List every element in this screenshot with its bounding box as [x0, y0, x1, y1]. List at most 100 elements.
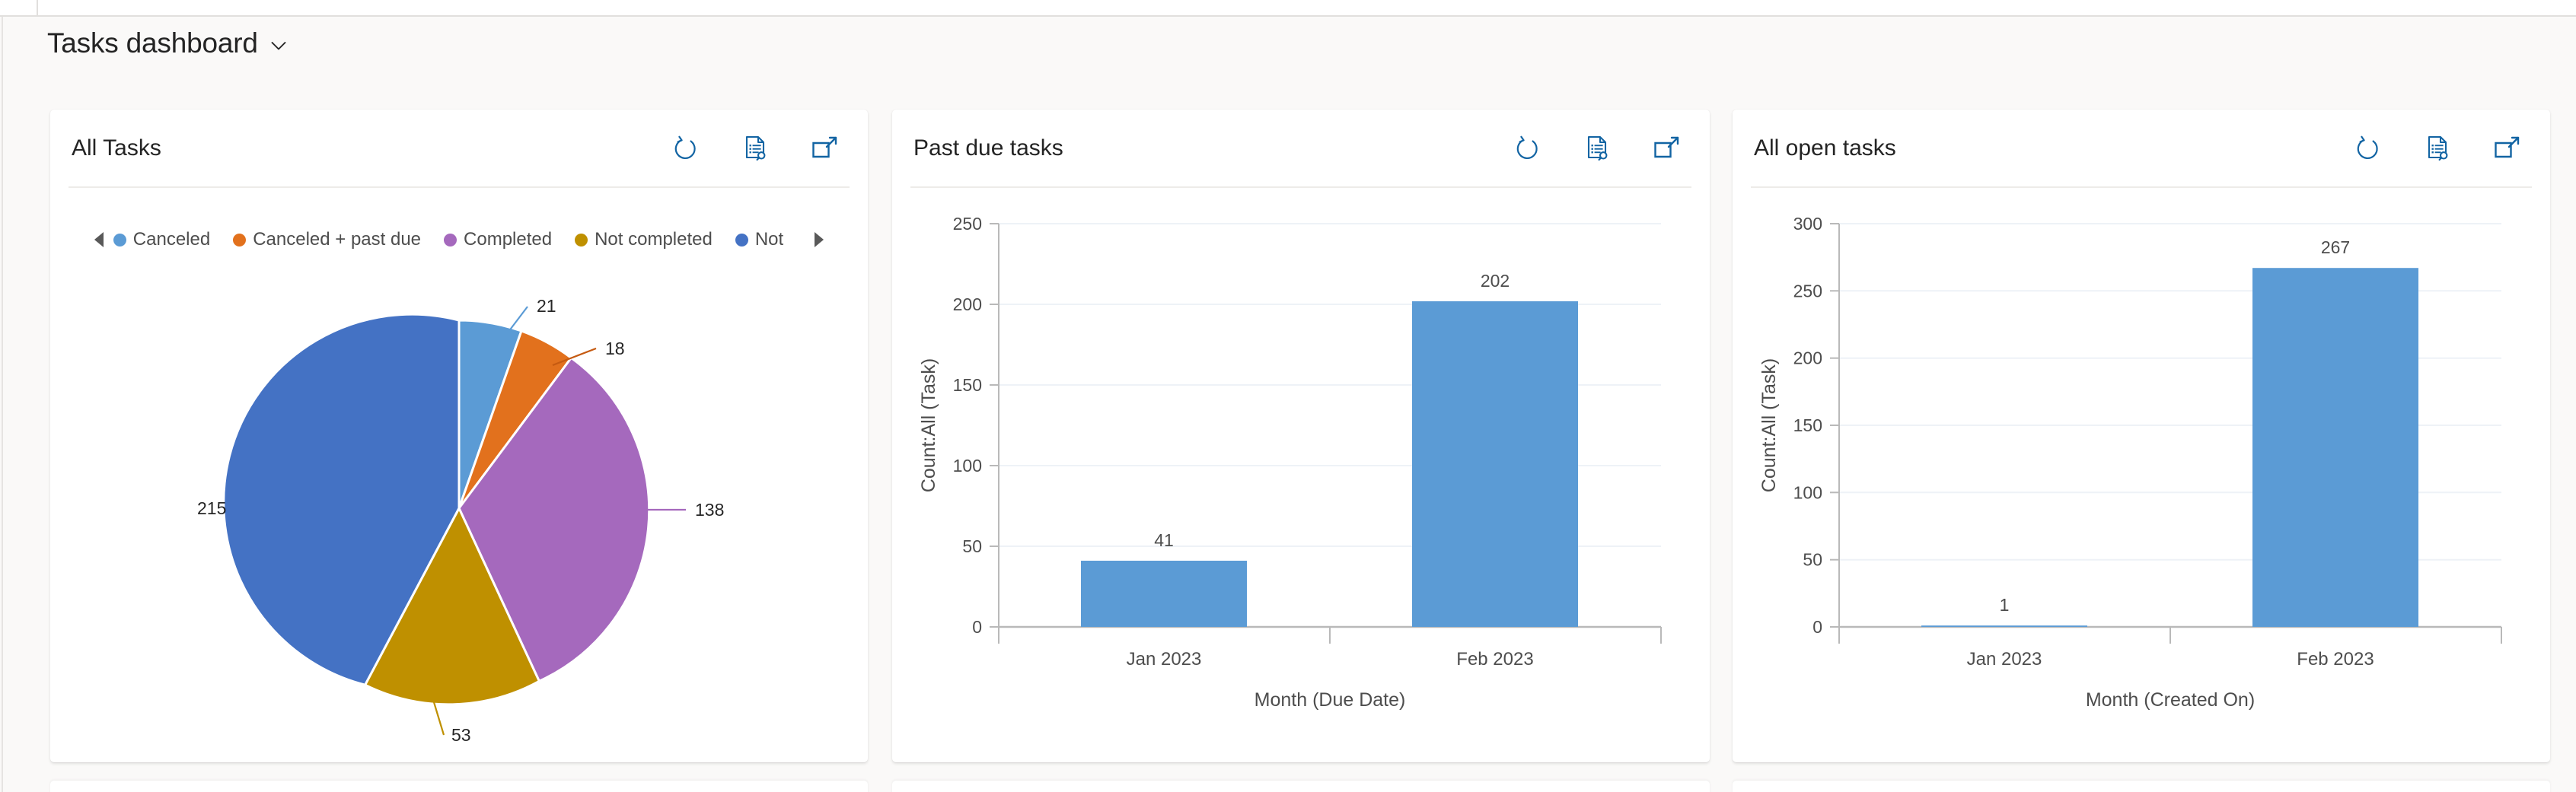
card-title: All open tasks	[1754, 135, 1896, 161]
y-axis-title: Count:All (Task)	[1758, 358, 1780, 492]
expand-icon	[812, 136, 837, 158]
y-axis-title: Count:All (Task)	[918, 358, 939, 492]
card-title: All Tasks	[72, 135, 161, 161]
bar-chart-all-open[interactable]: 0 50 100 150 200 250 300 Count:All (Task…	[1733, 187, 2550, 762]
expand-button[interactable]	[1650, 132, 1684, 165]
y-tick-label: 100	[953, 456, 982, 476]
pie-slices	[222, 313, 651, 706]
y-tick-label: 200	[1793, 348, 1822, 368]
pie-label-value: 215	[197, 498, 226, 518]
pie-label-value: 138	[695, 500, 724, 520]
pie-label-value: 21	[537, 296, 556, 316]
legend-item[interactable]: Canceled	[113, 229, 210, 250]
pie-chart-svg[interactable]: 21 18 138 53 215	[63, 257, 855, 744]
x-tick-label: Jan 2023	[1967, 649, 2042, 670]
x-tick-labels: Jan 2023 Feb 2023	[1127, 649, 1534, 670]
next-row-card-partial	[50, 781, 868, 792]
card-header: Past due tasks	[892, 110, 1710, 188]
chart-area-bar-all-open: 0 50 100 150 200 250 300 Count:All (Task…	[1733, 187, 2550, 762]
y-tick-label: 0	[972, 617, 982, 637]
refresh-icon	[674, 135, 696, 160]
y-tick-label: 0	[1812, 617, 1822, 637]
triangle-right-icon	[815, 232, 824, 247]
x-ticks	[998, 627, 1662, 644]
view-records-button[interactable]	[2421, 132, 2454, 165]
x-tick-label: Jan 2023	[1127, 649, 1202, 670]
view-records-icon	[1587, 135, 1608, 161]
triangle-left-icon	[94, 232, 104, 247]
y-tick-label: 100	[1793, 482, 1822, 502]
view-records-button[interactable]	[738, 132, 772, 165]
page-title: Tasks dashboard	[47, 27, 258, 59]
legend-color-dot	[444, 233, 457, 247]
x-axis-title: Month (Due Date)	[1255, 689, 1406, 711]
card-title: Past due tasks	[913, 135, 1063, 161]
refresh-button[interactable]	[2351, 132, 2384, 165]
legend-item[interactable]: Completed	[444, 229, 552, 250]
bar-value-label: 1	[2000, 595, 2010, 615]
bar-chart-past-due[interactable]: 0 50 100 150 200 250 Count:All (Task) 41…	[892, 187, 1710, 762]
pie-chart: 21 18 138 53 215	[50, 257, 868, 759]
bar-value-label: 41	[1154, 530, 1174, 550]
legend-label: Canceled	[132, 229, 211, 250]
tab-divider	[37, 0, 38, 17]
next-row-card-partial	[1733, 781, 2550, 792]
legend-items: Canceled Canceled + past due Completed N…	[113, 229, 783, 250]
legend-label: Completed	[464, 229, 553, 250]
legend-item[interactable]: Not completed	[575, 229, 713, 250]
bar[interactable]	[1921, 625, 2087, 627]
card-past-due-tasks: Past due tasks 0 50 100 150 200 250 Coun…	[892, 110, 1710, 762]
bar-value-label: 267	[2321, 237, 2350, 257]
y-ticks	[990, 223, 999, 628]
y-tick-label: 300	[1793, 214, 1822, 234]
bar[interactable]	[1081, 561, 1247, 627]
card-action-group	[2351, 132, 2524, 165]
card-all-open-tasks: All open tasks 0 50 100 150 200 250 300 …	[1733, 110, 2550, 762]
x-ticks	[1838, 627, 2502, 644]
expand-button[interactable]	[2491, 132, 2524, 165]
y-tick-label: 150	[1793, 415, 1822, 435]
legend-label: Canceled + past due	[253, 229, 422, 250]
pie-label-value: 53	[451, 725, 471, 744]
pie-legend: Canceled Canceled + past due Completed N…	[50, 227, 868, 253]
legend-label: Not	[754, 229, 784, 250]
legend-color-dot	[575, 233, 588, 247]
legend-color-dot	[233, 233, 247, 247]
legend-item[interactable]: Canceled + past due	[233, 229, 421, 250]
pie-label-value: 18	[605, 339, 625, 358]
card-all-tasks: All Tasks Canceled Canceled + past due C…	[50, 110, 868, 762]
card-header: All open tasks	[1733, 110, 2550, 188]
y-ticks	[1830, 223, 1839, 628]
next-row-card-partial	[892, 781, 1710, 792]
y-tick-label: 250	[1793, 281, 1822, 301]
refresh-button[interactable]	[1510, 132, 1544, 165]
refresh-icon	[1516, 135, 1538, 160]
y-tick-label: 250	[953, 214, 982, 234]
x-tick-label: Feb 2023	[2297, 649, 2374, 670]
view-records-button[interactable]	[1580, 132, 1614, 165]
y-tick-label: 50	[962, 536, 982, 556]
bar[interactable]	[2252, 268, 2418, 627]
card-action-group	[1510, 132, 1684, 165]
expand-button[interactable]	[808, 132, 842, 165]
y-tick-labels: 0 50 100 150 200 250 300	[1793, 214, 1822, 637]
x-tick-label: Feb 2023	[1456, 649, 1533, 670]
browser-tab-strip	[0, 0, 2576, 17]
legend-prev-button[interactable]	[86, 227, 113, 253]
refresh-icon	[2357, 135, 2378, 160]
dashboard-title-selector[interactable]: Tasks dashboard	[47, 29, 289, 57]
chart-area-bar-past-due: 0 50 100 150 200 250 Count:All (Task) 41…	[892, 187, 1710, 762]
y-tick-label: 200	[953, 294, 982, 314]
chevron-down-icon[interactable]	[269, 36, 289, 56]
refresh-button[interactable]	[668, 132, 702, 165]
x-axis-title: Month (Created On)	[2086, 689, 2255, 711]
card-header: All Tasks	[50, 110, 868, 188]
left-rail	[0, 17, 3, 792]
view-records-icon	[2428, 135, 2448, 161]
legend-item[interactable]: Not	[735, 229, 783, 250]
bar[interactable]	[1412, 301, 1578, 627]
dashboard-page: Tasks dashboard All Tasks Canceled Cance…	[0, 0, 2576, 792]
y-tick-label: 50	[1803, 550, 1822, 570]
legend-next-button[interactable]	[805, 227, 832, 253]
legend-label: Not completed	[595, 229, 713, 250]
